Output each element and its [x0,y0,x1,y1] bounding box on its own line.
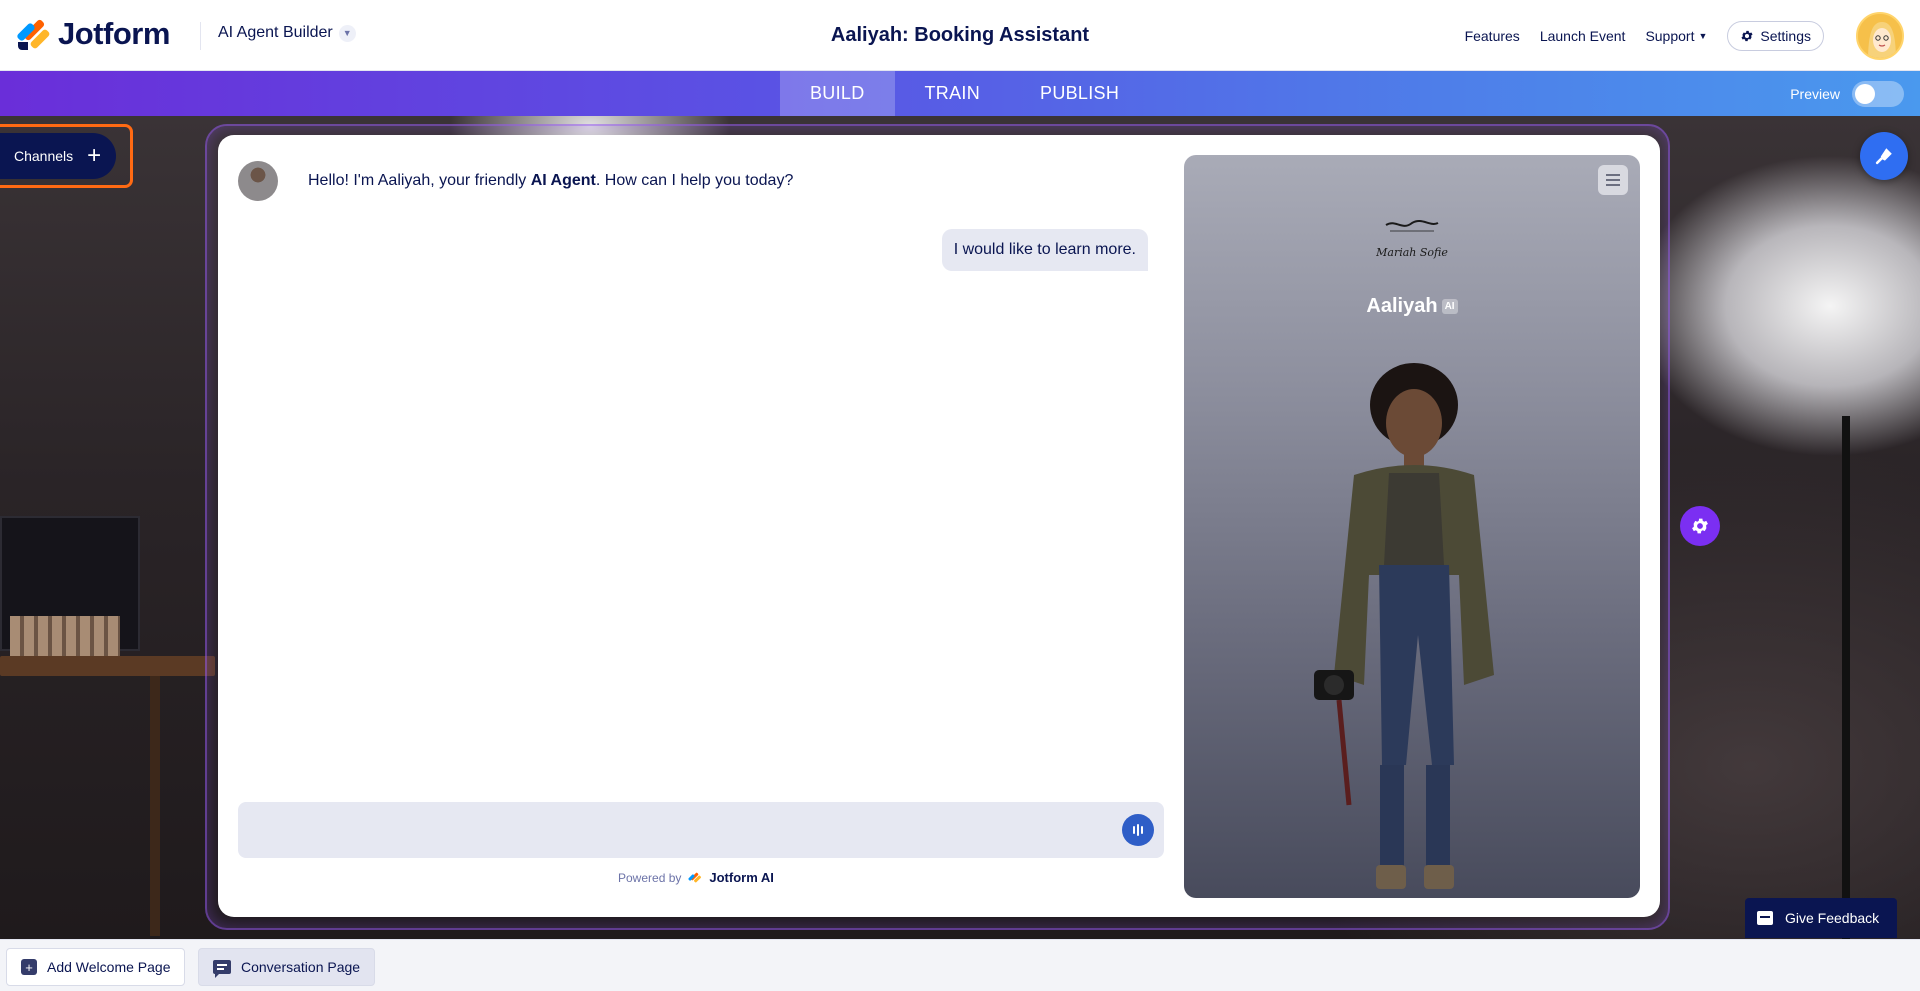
user-message: I would like to learn more. [941,229,1148,271]
toggle-knob [1855,84,1875,104]
agent-message-start: Hello! I'm Aaliyah, your friendly [308,172,531,189]
channels-button[interactable]: Channels + [0,133,116,179]
add-welcome-page-label: Add Welcome Page [47,959,171,975]
settings-button[interactable]: Settings [1727,21,1824,51]
preview-control: Preview [1790,81,1904,107]
voice-button[interactable] [1122,814,1154,846]
channels-label: Channels [14,148,74,164]
give-feedback-button[interactable]: Give Feedback [1745,898,1897,938]
powered-by-label: Powered by [618,870,682,885]
design-button[interactable] [1860,132,1908,180]
chevron-down-icon: ▼ [1698,31,1708,41]
builder-tab-bar: BUILD TRAIN PUBLISH Preview [0,71,1920,116]
chevron-down-icon: ▼ [338,24,356,42]
user-avatar[interactable] [1856,12,1904,60]
preview-label: Preview [1790,86,1840,102]
agent-title[interactable]: Aaliyah: Booking Assistant [831,24,1089,46]
builder-dropdown[interactable]: AI Agent Builder ▼ [218,24,356,42]
powered-by[interactable]: Powered by Jotform AI [618,870,774,885]
chat-card: Hello! I'm Aaliyah, your friendly AI Age… [218,135,1660,917]
brand-name: Jotform [58,16,170,51]
brand-signature-text: Mariah Sofie [1376,246,1448,259]
agent-preview-panel: Mariah Sofie Aaliyah AI [1184,155,1640,898]
give-feedback-label: Give Feedback [1785,910,1880,926]
background-desk-leg [150,676,160,936]
chat-input[interactable] [238,802,1164,858]
page-bar: + Add Welcome Page Conversation Page [0,939,1920,991]
avatar-illustration [1858,14,1902,58]
plus-icon: + [87,142,102,169]
support-label: Support [1645,28,1695,44]
add-icon: + [21,959,37,975]
channels-highlight: Channels + [0,124,133,188]
brand-signature-logo [1385,220,1439,232]
background-lamp-stand [1842,416,1850,939]
panel-menu-button[interactable] [1598,165,1628,195]
features-link[interactable]: Features [1465,28,1520,44]
gear-icon [1741,30,1753,42]
powered-by-brand: Jotform AI [709,870,774,885]
launch-event-link[interactable]: Launch Event [1540,28,1626,44]
preview-toggle[interactable] [1852,81,1904,107]
chat-icon [213,960,231,978]
tab-publish[interactable]: PUBLISH [1010,71,1149,116]
gear-icon [1692,518,1708,534]
feedback-icon [1757,911,1773,925]
paint-roller-icon [1875,148,1892,165]
jotform-logo-icon [16,16,51,52]
agent-message-text: Hello! I'm Aaliyah, your friendly AI Age… [308,172,793,190]
conversation-page-button[interactable]: Conversation Page [198,948,376,986]
tab-build[interactable]: BUILD [780,71,895,116]
agent-message: Hello! I'm Aaliyah, your friendly AI Age… [238,161,793,201]
agent-name: Aaliyah AI [1184,295,1640,318]
support-dropdown[interactable]: Support ▼ [1645,28,1707,44]
agent-name-label: Aaliyah [1366,295,1438,317]
builder-tabs: BUILD TRAIN PUBLISH [780,71,1149,116]
voice-wave-icon [1133,826,1135,834]
settings-label: Settings [1760,28,1811,44]
background-shelf [10,616,120,656]
tab-train[interactable]: TRAIN [895,71,1011,116]
ai-badge: AI [1441,299,1458,315]
jotform-mini-logo-icon [688,871,702,884]
add-welcome-page-button[interactable]: + Add Welcome Page [6,948,186,986]
jotform-logo[interactable]: Jotform [16,16,170,52]
top-nav: Features Launch Event Support ▼ Settings [1465,21,1824,51]
hamburger-icon [1606,174,1620,176]
agent-avatar [238,161,278,201]
agent-avatar-photo [1314,363,1494,889]
agent-message-end: . How can I help you today? [595,172,794,189]
header-divider [200,22,201,50]
builder-label: AI Agent Builder [218,24,333,41]
background-desk [0,656,215,676]
conversation-page-label: Conversation Page [241,959,361,975]
agent-message-bold: AI Agent [530,172,596,189]
agent-settings-button[interactable] [1680,506,1720,546]
top-header: Jotform AI Agent Builder ▼ Aaliyah: Book… [0,0,1920,71]
agent-brand-logo: Mariah Sofie [1184,217,1640,259]
